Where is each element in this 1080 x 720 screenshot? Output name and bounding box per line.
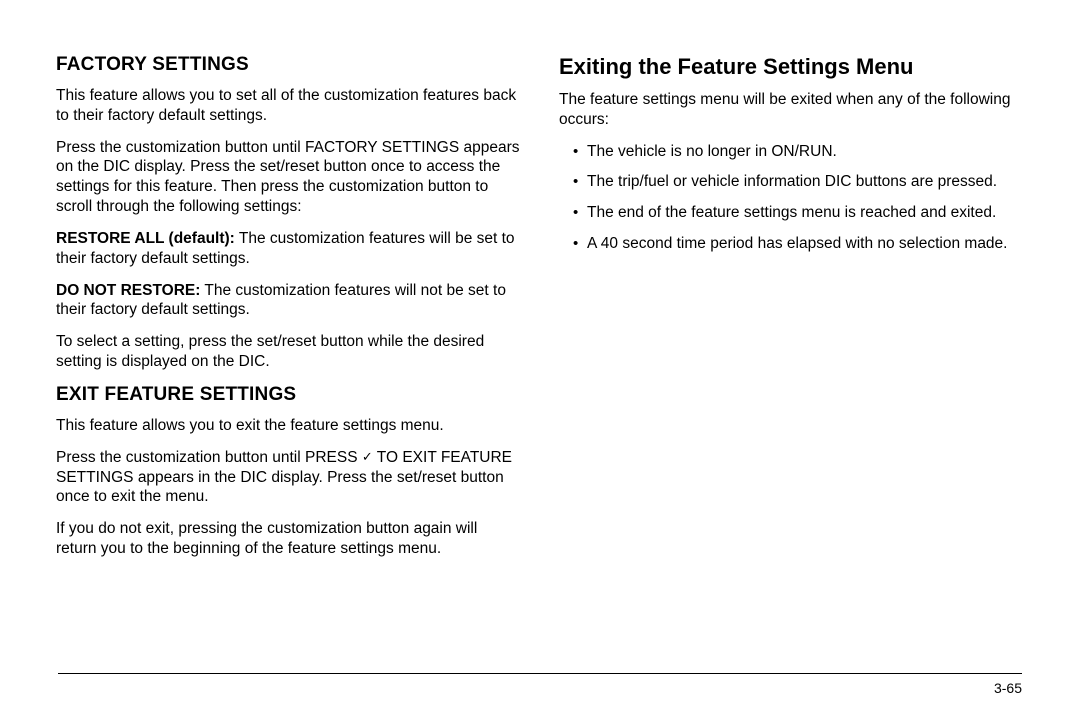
right-column: Exiting the Feature Settings Menu The fe…	[559, 54, 1024, 571]
page-number: 3-65	[58, 680, 1022, 696]
text-exit-a: Press the customization button until PRE…	[56, 449, 362, 466]
para-restore-all: RESTORE ALL (default): The customization…	[56, 229, 521, 269]
para-factory-instructions: Press the customization button until FAC…	[56, 138, 521, 217]
para-factory-intro: This feature allows you to set all of th…	[56, 86, 521, 126]
exit-conditions-list: The vehicle is no longer in ON/RUN. The …	[559, 142, 1024, 254]
list-item: The vehicle is no longer in ON/RUN.	[573, 142, 1024, 162]
page-body: FACTORY SETTINGS This feature allows you…	[0, 0, 1080, 571]
heading-exiting-menu: Exiting the Feature Settings Menu	[559, 54, 1024, 80]
footer-rule	[58, 673, 1022, 674]
heading-exit-feature-settings: EXIT FEATURE SETTINGS	[56, 384, 521, 406]
page-footer: 3-65	[58, 673, 1022, 696]
label-restore-all: RESTORE ALL (default):	[56, 230, 235, 247]
list-item: The trip/fuel or vehicle information DIC…	[573, 172, 1024, 192]
label-do-not-restore: DO NOT RESTORE:	[56, 282, 200, 299]
para-exiting-intro: The feature settings menu will be exited…	[559, 90, 1024, 130]
para-exit-return: If you do not exit, pressing the customi…	[56, 519, 521, 559]
checkmark-icon: ✓	[362, 449, 373, 466]
para-do-not-restore: DO NOT RESTORE: The customization featur…	[56, 281, 521, 321]
left-column: FACTORY SETTINGS This feature allows you…	[56, 54, 521, 571]
para-exit-intro: This feature allows you to exit the feat…	[56, 416, 521, 436]
heading-factory-settings: FACTORY SETTINGS	[56, 54, 521, 76]
para-exit-instructions: Press the customization button until PRE…	[56, 448, 521, 507]
list-item: The end of the feature settings menu is …	[573, 203, 1024, 223]
list-item: A 40 second time period has elapsed with…	[573, 234, 1024, 254]
para-select-setting: To select a setting, press the set/reset…	[56, 332, 521, 372]
